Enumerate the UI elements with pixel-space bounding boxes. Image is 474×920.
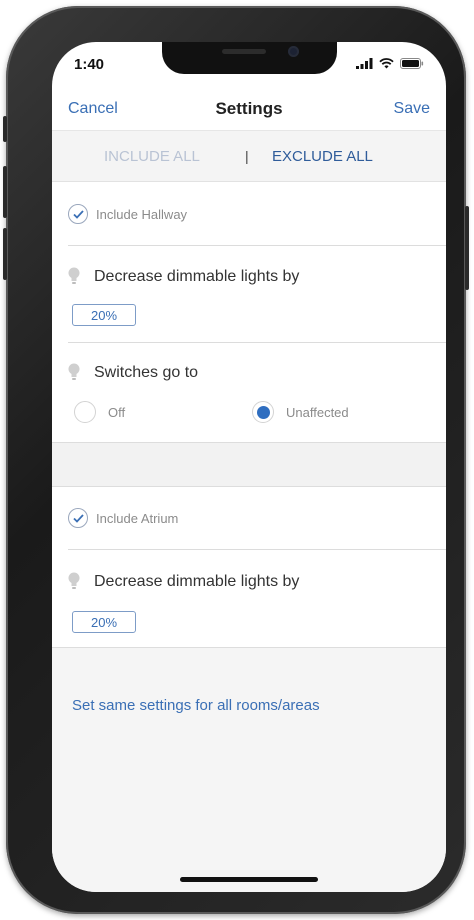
notch xyxy=(162,42,337,74)
section-gap xyxy=(52,442,446,487)
radio-unaffected[interactable] xyxy=(252,401,274,423)
status-icons xyxy=(356,58,424,69)
hallway-switch-label: Switches go to xyxy=(94,364,199,381)
include-hallway-toggle[interactable]: Include Hallway xyxy=(68,204,187,224)
radio-unaffected-label: Unaffected xyxy=(286,404,349,420)
speaker-grille xyxy=(222,49,266,54)
include-atrium-toggle[interactable]: Include Atrium xyxy=(68,508,178,528)
filter-bar: INCLUDE ALL | EXCLUDE ALL xyxy=(52,131,446,182)
switch-option-unaffected[interactable]: Unaffected xyxy=(252,401,349,423)
filter-divider: | xyxy=(245,148,249,164)
include-hallway-checkbox[interactable] xyxy=(68,204,88,224)
page-title: Settings xyxy=(215,99,283,118)
hallway-dim-value-field[interactable]: 20% xyxy=(72,304,136,326)
side-button-power xyxy=(465,206,469,290)
side-button-volume-down xyxy=(3,228,7,280)
lightbulb-icon xyxy=(68,267,80,284)
check-icon xyxy=(72,209,84,219)
atrium-dim-value-field[interactable]: 20% xyxy=(72,611,136,633)
include-atrium-checkbox[interactable] xyxy=(68,508,88,528)
switch-option-off[interactable]: Off xyxy=(74,401,125,423)
divider xyxy=(68,549,446,550)
atrium-dim-label: Decrease dimmable lights by xyxy=(94,573,300,590)
phone-frame: 1:40 Cancel Settings Save INCLUDE ALL | … xyxy=(3,6,469,914)
home-indicator[interactable] xyxy=(180,877,318,882)
status-time: 1:40 xyxy=(74,56,105,73)
radio-selected-dot xyxy=(256,405,270,419)
battery-icon xyxy=(400,58,424,69)
bottom-area xyxy=(52,647,446,892)
camera-icon xyxy=(288,46,299,57)
save-button[interactable]: Save xyxy=(394,100,430,118)
include-all-button[interactable]: INCLUDE ALL xyxy=(104,148,200,165)
divider xyxy=(68,245,446,246)
include-atrium-label: Include Atrium xyxy=(96,510,179,526)
lightbulb-icon xyxy=(68,572,80,589)
signal-icon xyxy=(356,58,373,69)
exclude-all-button[interactable]: EXCLUDE ALL xyxy=(272,148,373,165)
radio-off-label: Off xyxy=(108,404,126,420)
wifi-icon xyxy=(379,58,394,69)
screen: 1:40 Cancel Settings Save INCLUDE ALL | … xyxy=(52,42,446,892)
same-settings-link[interactable]: Set same settings for all rooms/areas xyxy=(72,697,320,714)
side-button-silent xyxy=(3,116,7,142)
nav-bar: Cancel Settings Save xyxy=(52,86,446,131)
divider xyxy=(68,342,446,343)
radio-off[interactable] xyxy=(74,401,96,423)
check-icon xyxy=(72,513,84,523)
include-hallway-label: Include Hallway xyxy=(96,206,188,222)
hallway-dim-label: Decrease dimmable lights by xyxy=(94,268,300,285)
lightbulb-icon xyxy=(68,363,80,380)
side-button-volume-up xyxy=(3,166,7,218)
